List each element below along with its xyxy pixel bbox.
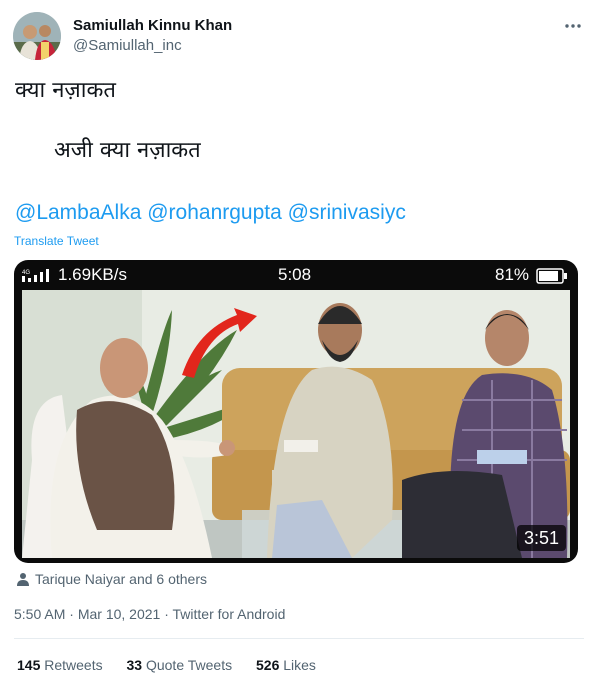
likes-label: Likes — [283, 657, 316, 673]
mentions: @LambaAlka @rohanrgupta @srinivasiyc — [15, 199, 406, 227]
signal-icon: 4G — [22, 269, 49, 282]
author-names: Samiullah Kinnu Khan @Samiullah_inc — [73, 16, 232, 56]
mention-link[interactable]: @LambaAlka — [15, 201, 141, 224]
person-icon — [17, 572, 29, 590]
retweets-label: Retweets — [44, 657, 103, 673]
phone-status-bar: 4G 1.69KB/s 5:08 81% — [14, 260, 578, 290]
meta-separator: · — [69, 606, 74, 622]
video-frame-image — [22, 290, 570, 558]
svg-text:4G: 4G — [22, 270, 30, 276]
divider — [14, 638, 584, 639]
tweet-text-line-2: अजी क्या नज़ाकत — [54, 138, 201, 163]
translate-tweet-link[interactable]: Translate Tweet — [14, 233, 99, 249]
network-speed: 1.69KB/s — [58, 265, 127, 284]
avatar[interactable] — [13, 12, 61, 60]
more-options-icon[interactable] — [563, 16, 583, 36]
quote-tweets-stat[interactable]: 33 Quote Tweets — [127, 656, 233, 674]
meta-separator: · — [164, 606, 169, 622]
retweets-stat[interactable]: 145 Retweets — [17, 656, 103, 674]
video-duration-badge: 3:51 — [516, 525, 566, 551]
tweet-meta: 5:50 AM · Mar 10, 2021 · Twitter for And… — [14, 605, 285, 623]
retweets-count: 145 — [17, 657, 41, 673]
quote-count: 33 — [126, 657, 143, 673]
tweet-date[interactable]: Mar 10, 2021 — [78, 606, 161, 622]
mention-link[interactable]: @srinivasiyc — [288, 201, 406, 224]
tweet-time[interactable]: 5:50 AM — [14, 606, 65, 622]
phone-time: 5:08 — [278, 265, 312, 284]
video-media[interactable]: 4G 1.69KB/s 5:08 81% 3:51 — [14, 260, 578, 563]
tagged-people[interactable]: Tarique Naiyar and 6 others — [17, 570, 207, 590]
handle[interactable]: @Samiullah_inc — [73, 36, 232, 56]
engagement-stats: 145 Retweets 33 Quote Tweets 526 Likes — [17, 656, 336, 674]
likes-stat[interactable]: 526 Likes — [256, 656, 316, 674]
tagged-text: Tarique Naiyar and 6 others — [35, 571, 207, 587]
mention-link[interactable]: @rohanrgupta — [147, 201, 282, 224]
tweet-source[interactable]: Twitter for Android — [173, 606, 286, 622]
display-name[interactable]: Samiullah Kinnu Khan — [73, 16, 232, 36]
likes-count: 526 — [256, 657, 280, 673]
tweet-text-line-1: क्या नज़ाकत — [15, 78, 116, 103]
battery-percent: 81% — [495, 265, 530, 284]
tweet-header: Samiullah Kinnu Khan @Samiullah_inc — [13, 12, 583, 62]
battery-icon — [536, 268, 567, 284]
quote-label: Quote Tweets — [145, 657, 233, 673]
